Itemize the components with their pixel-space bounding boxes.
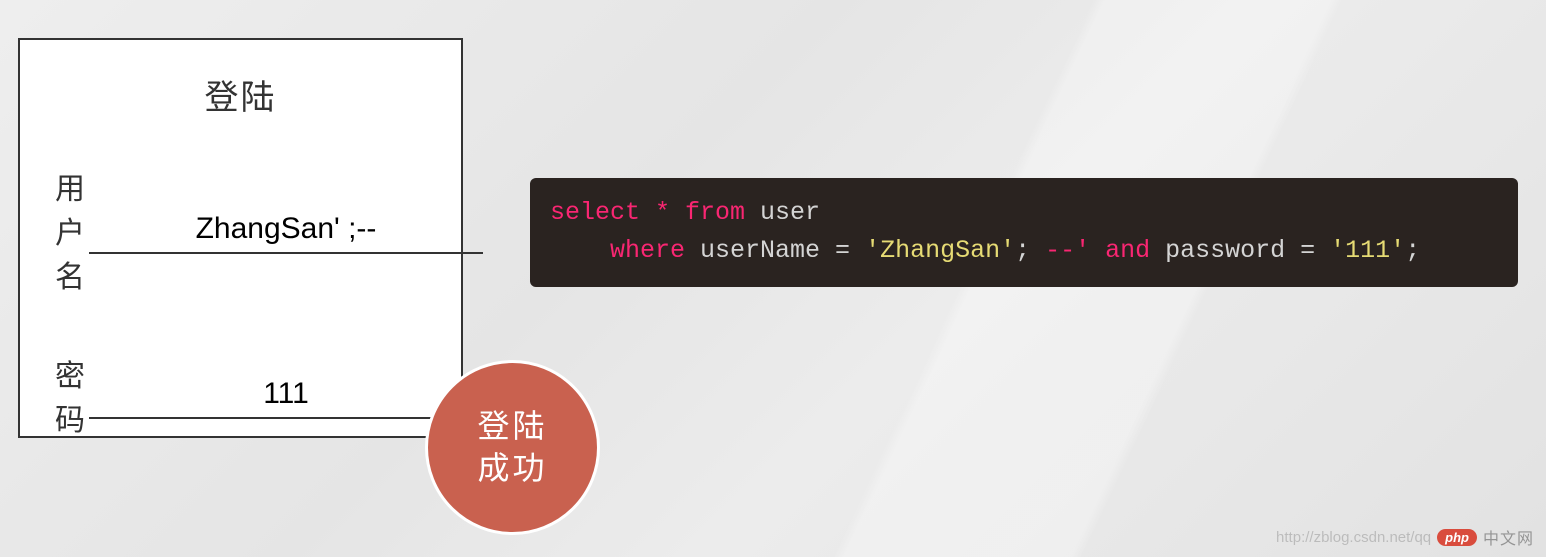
login-success-badge: 登陆 成功: [425, 360, 600, 535]
code-indent: [550, 236, 610, 265]
username-label: 用户名: [55, 164, 89, 296]
password-label: 密码: [55, 351, 89, 439]
code-password-string: '111': [1330, 236, 1405, 265]
code-username-string: 'ZhangSan': [865, 236, 1015, 265]
code-user: user: [745, 198, 820, 227]
watermark-text: 中文网: [1483, 525, 1534, 549]
code-end: ;: [1405, 236, 1420, 265]
watermark-url: http://zblog.csdn.net/qq: [1276, 529, 1431, 546]
login-title: 登陆: [55, 70, 426, 119]
login-form: 登陆 用户名 密码: [18, 38, 463, 438]
code-semi: ;: [1015, 236, 1045, 265]
code-pwcol: password =: [1150, 236, 1330, 265]
code-select: select: [550, 198, 640, 227]
code-star: *: [640, 198, 685, 227]
code-comment: --': [1045, 236, 1090, 265]
watermark: http://zblog.csdn.net/qq php 中文网: [1276, 525, 1534, 549]
code-from: from: [685, 198, 745, 227]
password-row: 密码: [55, 351, 426, 439]
password-input[interactable]: [89, 371, 483, 419]
code-where: where: [610, 236, 685, 265]
success-text: 登陆 成功: [477, 406, 547, 489]
sql-code-block: select * from user where userName = 'Zha…: [530, 178, 1518, 287]
code-col: userName =: [685, 236, 865, 265]
username-input[interactable]: [89, 206, 483, 254]
php-badge-icon: php: [1437, 529, 1477, 546]
code-and: and: [1090, 236, 1150, 265]
username-row: 用户名: [55, 164, 426, 296]
